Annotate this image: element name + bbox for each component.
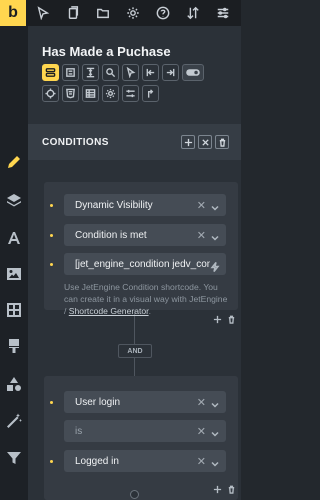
element-title: Has Made a Puchase <box>42 44 171 59</box>
target-element-icon[interactable] <box>42 85 59 102</box>
left-sidebar <box>0 26 28 500</box>
clear-icon[interactable]: ✕ <box>197 425 206 438</box>
condition-operator-select[interactable]: Condition is met ✕ <box>64 224 226 246</box>
table-element-icon[interactable] <box>82 85 99 102</box>
conditions-section-title: CONDITIONS <box>42 136 109 148</box>
chevron-down-icon <box>210 397 220 408</box>
clear-conditions-icon[interactable] <box>198 135 212 149</box>
chevron-down-icon <box>210 426 220 437</box>
search-element-icon[interactable] <box>102 64 119 81</box>
condition-element-icon[interactable] <box>42 64 59 81</box>
required-dot <box>50 234 53 237</box>
folder-icon[interactable] <box>90 0 116 26</box>
shapes-icon[interactable] <box>4 374 24 394</box>
sliders-element-icon[interactable] <box>122 85 139 102</box>
trash-icon[interactable] <box>226 484 236 494</box>
chevron-down-icon <box>210 230 220 241</box>
settings-element-icon[interactable] <box>102 85 119 102</box>
typography-icon[interactable] <box>4 228 24 248</box>
gear-icon[interactable] <box>120 0 146 26</box>
text-element-icon[interactable] <box>62 64 79 81</box>
group-1-actions <box>212 314 236 324</box>
clear-icon[interactable]: ✕ <box>197 396 206 409</box>
required-dot <box>50 204 53 207</box>
add-icon[interactable] <box>212 484 222 494</box>
pointer-element-icon[interactable] <box>122 64 139 81</box>
editor-app: b Has Made a Puchase CONDITIONS Dynamic … <box>0 0 241 500</box>
clear-icon[interactable]: ✕ <box>197 229 206 242</box>
pencil-icon[interactable] <box>4 152 24 172</box>
arrow-up-element-icon[interactable] <box>142 85 159 102</box>
condition-operator-value: Condition is met <box>75 229 147 241</box>
html5-element-icon[interactable] <box>62 85 79 102</box>
brand-logo[interactable]: b <box>0 0 26 26</box>
condition-value-input[interactable]: [jet_engine_condition jedv_con <box>64 253 226 275</box>
condition-source-value: User login <box>75 396 121 408</box>
group-2-actions <box>212 484 236 494</box>
brush-icon[interactable] <box>4 336 24 356</box>
condition-source-value: Dynamic Visibility <box>75 199 153 211</box>
condition-source-select[interactable]: Dynamic Visibility ✕ <box>64 194 226 216</box>
clear-icon[interactable]: ✕ <box>197 455 206 468</box>
settings-panel: Has Made a Puchase CONDITIONS Dynamic Vi… <box>28 26 241 500</box>
magic-wand-icon[interactable] <box>4 411 24 431</box>
copy-icon[interactable] <box>60 0 86 26</box>
condition-group-2: User login ✕ is ✕ Logged in ✕ <box>44 376 238 500</box>
group-connector-line <box>134 310 135 376</box>
condition-value-text: [jet_engine_condition jedv_con <box>75 258 210 270</box>
help-icon[interactable] <box>150 0 176 26</box>
chevron-down-icon <box>210 456 220 467</box>
image-icon[interactable] <box>4 264 24 284</box>
skip-forward-icon[interactable] <box>162 64 179 81</box>
condition-operator-value: is <box>75 425 83 437</box>
vertical-align-icon[interactable] <box>82 64 99 81</box>
grid-icon[interactable] <box>4 300 24 320</box>
layers-icon[interactable] <box>4 191 24 211</box>
condition-operator-select[interactable]: is ✕ <box>64 420 226 442</box>
condition-value-select[interactable]: Logged in ✕ <box>64 450 226 472</box>
required-dot <box>50 460 53 463</box>
and-separator: AND <box>118 344 152 358</box>
shortcode-generator-link[interactable]: Shortcode Generator <box>69 306 149 316</box>
delete-conditions-icon[interactable] <box>215 135 229 149</box>
toggle-element-icon[interactable] <box>182 64 204 81</box>
cursor-icon[interactable] <box>30 0 56 26</box>
condition-source-select[interactable]: User login ✕ <box>64 391 226 413</box>
required-dot <box>50 401 53 404</box>
required-dot <box>50 263 53 266</box>
sliders-icon[interactable] <box>210 0 236 26</box>
chevron-down-icon <box>210 200 220 211</box>
filter-icon[interactable] <box>4 448 24 468</box>
condition-group-1: Dynamic Visibility ✕ Condition is met ✕ … <box>44 182 238 324</box>
conditions-section-header: CONDITIONS <box>28 124 241 160</box>
add-group-handle[interactable] <box>130 490 139 499</box>
section-actions <box>181 135 229 149</box>
clear-icon[interactable]: ✕ <box>197 199 206 212</box>
condition-value-text: Logged in <box>75 455 119 467</box>
arrows-icon[interactable] <box>180 0 206 26</box>
skip-back-icon[interactable] <box>142 64 159 81</box>
add-icon[interactable] <box>212 314 222 324</box>
element-toolbar <box>42 64 232 106</box>
add-condition-icon[interactable] <box>181 135 195 149</box>
condition-help-text: Use JetEngine Condition shortcode. You c… <box>64 282 228 316</box>
dynamic-data-icon[interactable] <box>210 259 220 272</box>
top-toolbar: b <box>0 0 241 26</box>
trash-icon[interactable] <box>226 314 236 324</box>
